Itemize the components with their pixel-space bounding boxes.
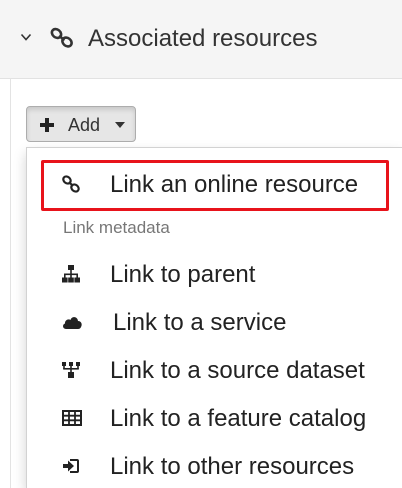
panel-header[interactable]: Associated resources (0, 0, 402, 79)
menu-item-link-to-other-resources[interactable]: Link to other resources (28, 444, 402, 488)
plus-icon (40, 118, 54, 132)
sign-in-icon (63, 459, 79, 473)
panel-border (10, 78, 11, 488)
link-icon (50, 27, 73, 48)
menu-item-link-to-parent[interactable]: Link to parent (28, 252, 402, 296)
menu-item-link-to-source-dataset[interactable]: Link to a source dataset (28, 348, 402, 392)
chevron-down-icon[interactable] (20, 31, 32, 43)
panel-title: Associated resources (88, 25, 318, 52)
menu-item-link-to-feature-catalog[interactable]: Link to a feature catalog (28, 396, 402, 440)
menu-item-label: Link to other resources (110, 453, 355, 480)
menu-item-label: Link to parent (110, 261, 256, 288)
sitemap-icon (62, 265, 80, 283)
highlight-box (41, 160, 389, 211)
menu-item-label: Link to a service (113, 309, 287, 336)
menu-item-link-to-service[interactable]: Link to a service (28, 300, 402, 344)
add-button-label: Add (68, 115, 101, 135)
caret-down-icon (115, 122, 125, 128)
menu-item-label: Link to a source dataset (110, 357, 365, 384)
source-tree-icon (62, 362, 80, 378)
dropdown-section-header: Link metadata (63, 218, 170, 237)
add-dropdown-button[interactable]: Add (26, 106, 136, 142)
cloud-icon (63, 317, 82, 329)
menu-item-label: Link to a feature catalog (110, 405, 367, 432)
table-icon (62, 410, 82, 426)
